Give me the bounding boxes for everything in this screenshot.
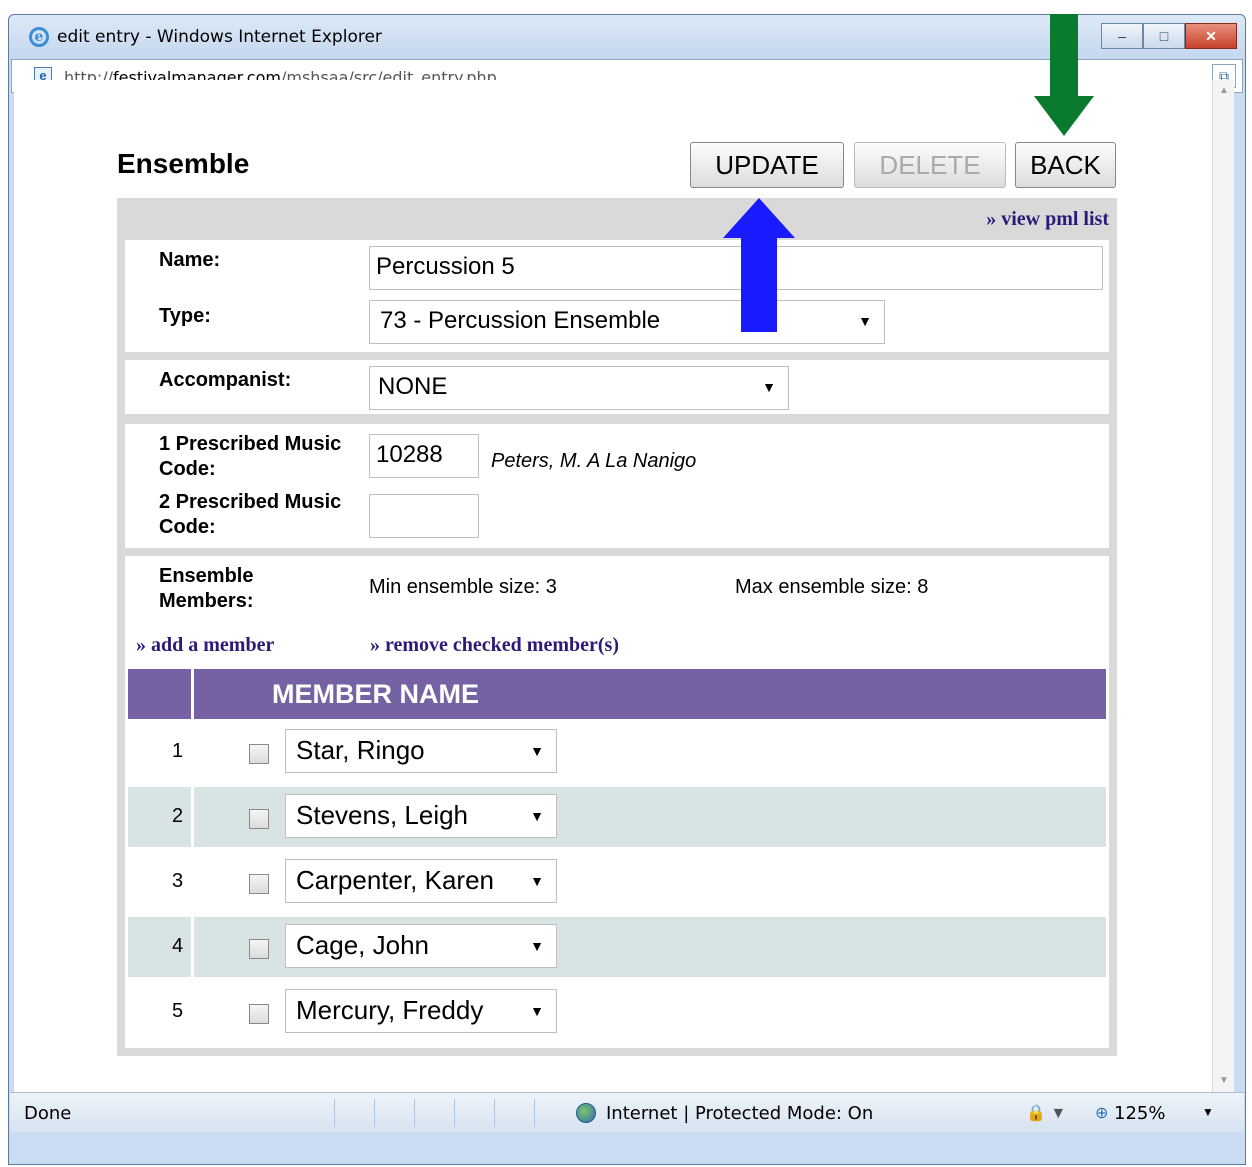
accompanist-panel: Accompanist: NONE ▼ [125,360,1109,414]
maximize-button[interactable]: □ [1143,23,1185,49]
member-name: Star, Ringo [296,735,425,765]
row-number-cell [128,917,194,977]
row-number-cell [128,787,194,847]
pm1-title: Peters, M. A La Nanigo [491,450,697,472]
status-divider [414,1099,415,1127]
add-member-link[interactable]: » add a member [136,634,274,657]
protected-mode-icon[interactable]: 🔒 ▼ [1026,1103,1066,1123]
max-ensemble-size: Max ensemble size: 8 [735,576,929,598]
member-select[interactable]: Stevens, Leigh ▼ [285,794,557,838]
pm2-label: 2 Prescribed Music Code: [159,490,341,540]
entry-form: » view pml list Name: Percussion 5 Type:… [117,198,1117,1056]
members-label-line2: Members: [159,590,254,612]
row-number: 3 [172,870,184,892]
scroll-down-icon[interactable]: ▼ [1213,1070,1235,1092]
member-select[interactable]: Star, Ringo ▼ [285,729,557,773]
update-button[interactable]: UPDATE [690,142,844,188]
down-arrow-annotation-icon [1034,14,1094,136]
table-row: 1 Star, Ringo ▼ [128,722,1106,782]
status-text: Done [24,1103,72,1124]
member-table-header: MEMBER NAME [128,669,1106,719]
remove-members-link[interactable]: » remove checked member(s) [370,634,619,657]
accompanist-select[interactable]: NONE ▼ [369,366,789,410]
view-pml-list-link[interactable]: » view pml list [986,208,1109,231]
window-title: edit entry - Windows Internet Explorer [57,27,382,47]
row-number-cell [128,852,194,912]
accompanist-select-value: NONE [378,373,448,400]
row-number-cell [128,982,194,1042]
status-divider [454,1099,455,1127]
vertical-scrollbar[interactable]: ▲ ▼ [1212,80,1234,1092]
pm1-label-line2: Code: [159,458,216,480]
min-ensemble-size: Min ensemble size: 3 [369,576,557,598]
zoom-level[interactable]: 125% [1114,1103,1165,1124]
status-divider [374,1099,375,1127]
zoom-dropdown-icon[interactable]: ▼ [1202,1105,1214,1119]
member-checkbox[interactable] [249,809,269,829]
chevron-down-icon: ▼ [530,743,544,759]
row-number: 1 [172,740,184,762]
type-select-value: 73 - Percussion Ensemble [380,307,661,334]
type-label: Type: [159,305,211,327]
delete-button[interactable]: DELETE [854,142,1006,188]
type-select[interactable]: 73 - Percussion Ensemble ▼ [369,300,885,344]
chevron-down-icon: ▼ [530,808,544,824]
chevron-down-icon: ▼ [762,379,776,395]
member-checkbox[interactable] [249,939,269,959]
pm1-code-input[interactable]: 10288 [369,434,479,478]
chevron-down-icon: ▼ [530,938,544,954]
status-bar: Done Internet | Protected Mode: On 🔒 ▼ ⊕… [10,1092,1244,1132]
page-title: Ensemble [117,148,250,179]
members-label-line1: Ensemble [159,565,254,587]
pm1-label: 1 Prescribed Music Code: [159,432,341,482]
table-row: 5 Mercury, Freddy ▼ [128,982,1106,1042]
pm1-label-line1: 1 Prescribed Music [159,433,342,455]
member-checkbox[interactable] [249,744,269,764]
status-divider [334,1099,335,1127]
chevron-down-icon: ▼ [530,873,544,889]
table-row: 4 Cage, John ▼ [128,917,1106,977]
security-zone-text[interactable]: Internet | Protected Mode: On [606,1103,873,1124]
zoom-icon: ⊕ [1095,1105,1109,1122]
member-name-column-header: MEMBER NAME [272,679,479,709]
prescribed-music-panel: 1 Prescribed Music Code: 10288 Peters, M… [125,424,1109,548]
ie-logo-icon: e [29,27,49,47]
status-divider [494,1099,495,1127]
pm2-code-input[interactable] [369,494,479,538]
pm2-label-line2: Code: [159,516,216,538]
member-name: Carpenter, Karen [296,865,495,895]
number-column-header [128,669,194,719]
member-select[interactable]: Mercury, Freddy ▼ [285,989,557,1033]
back-button[interactable]: BACK [1015,142,1116,188]
minimize-button[interactable]: – [1101,23,1143,49]
table-row: 3 Carpenter, Karen ▼ [128,852,1106,912]
pm2-label-line1: 2 Prescribed Music [159,491,342,513]
globe-icon [576,1103,596,1123]
up-arrow-annotation-icon [723,198,795,332]
close-button[interactable]: ✕ [1185,23,1237,49]
name-type-panel: Name: Percussion 5 Type: 73 - Percussion… [125,240,1109,352]
member-name: Mercury, Freddy [296,995,484,1025]
member-select[interactable]: Cage, John ▼ [285,924,557,968]
member-name: Cage, John [296,930,429,960]
row-number: 2 [172,805,184,827]
members-label: Ensemble Members: [159,564,253,614]
row-number: 4 [172,935,184,957]
window-controls: – □ ✕ [1101,23,1237,49]
table-row: 2 Stevens, Leigh ▼ [128,787,1106,847]
member-checkbox[interactable] [249,874,269,894]
status-divider [534,1099,535,1127]
scroll-up-icon[interactable]: ▲ [1213,80,1235,102]
member-name: Stevens, Leigh [296,800,469,830]
accompanist-label: Accompanist: [159,369,292,391]
members-panel: Ensemble Members: Min ensemble size: 3 M… [125,556,1109,1048]
member-checkbox[interactable] [249,1004,269,1024]
row-number: 5 [172,1000,184,1022]
chevron-down-icon: ▼ [530,1003,544,1019]
row-number-cell [128,722,194,782]
name-label: Name: [159,249,221,271]
chevron-down-icon: ▼ [858,313,872,329]
member-select[interactable]: Carpenter, Karen ▼ [285,859,557,903]
